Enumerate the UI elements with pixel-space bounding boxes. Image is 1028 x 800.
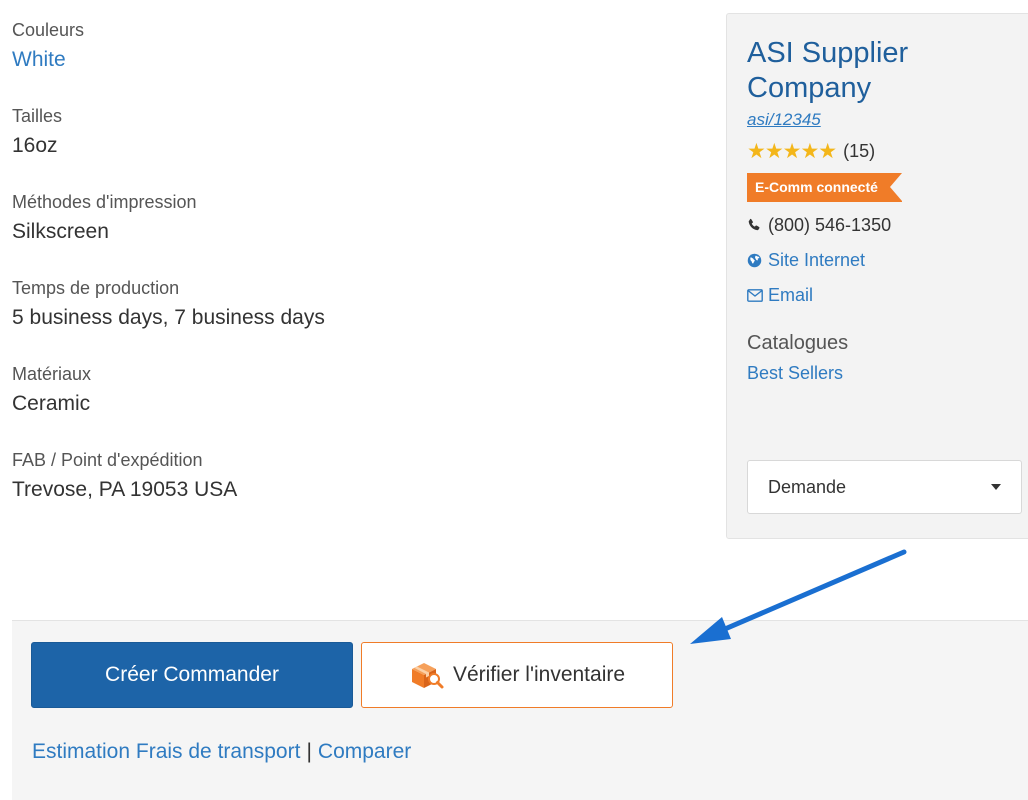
attr-value: Trevose, PA 19053 USA: [12, 478, 238, 501]
supplier-phone: (800) 546-1350: [747, 213, 1028, 237]
product-attributes: Couleurs White Tailles 16oz Méthodes d'i…: [12, 15, 702, 531]
supplier-rating[interactable]: ★★★★★ (15): [747, 138, 1028, 164]
attr-materials: Matériaux Ceramic: [12, 359, 702, 419]
attr-imprint-methods: Méthodes d'impression Silkscreen: [12, 187, 702, 247]
attr-value: Ceramic: [12, 392, 91, 415]
envelope-icon: [747, 288, 765, 302]
attr-production-time: Temps de production 5 business days, 7 b…: [12, 273, 702, 333]
shipping-estimate-link[interactable]: Estimation Frais de transport: [32, 740, 300, 763]
supplier-card: ASI Supplier Company asi/12345 ★★★★★ (15…: [726, 13, 1028, 539]
caret-down-icon: [991, 484, 1001, 490]
action-bar: Créer Commander Vérifier l'inventaire Es…: [12, 620, 1028, 800]
attr-label: Couleurs: [12, 20, 85, 40]
attr-label: Temps de production: [12, 278, 180, 298]
globe-icon: [747, 253, 765, 268]
attr-label: Matériaux: [12, 364, 92, 384]
catalogs-label: Catalogues: [747, 332, 849, 354]
supplier-name[interactable]: ASI Supplier Company: [747, 36, 947, 106]
attr-value-link[interactable]: White: [12, 45, 702, 75]
attr-label: FAB / Point d'expédition: [12, 450, 203, 470]
link-separator: |: [306, 740, 312, 763]
dropdown-selected-value: Demande: [768, 476, 847, 497]
create-order-button[interactable]: Créer Commander: [31, 642, 353, 708]
attr-colors: Couleurs White: [12, 15, 702, 75]
box-search-icon: [409, 660, 445, 690]
compare-link[interactable]: Comparer: [318, 740, 411, 763]
request-dropdown[interactable]: Demande: [747, 460, 1022, 514]
attr-value: Silkscreen: [12, 220, 109, 243]
rating-count: (15): [843, 140, 876, 161]
supplier-website-link[interactable]: Site Internet: [747, 248, 1028, 272]
check-inventory-label: Vérifier l'inventaire: [452, 663, 626, 686]
attr-label: Tailles: [12, 106, 63, 126]
supplier-email-link[interactable]: Email: [747, 283, 1028, 307]
catalog-link[interactable]: Best Sellers: [747, 363, 1028, 384]
bottom-links: Estimation Frais de transport | Comparer: [32, 740, 411, 764]
attr-value: 5 business days, 7 business days: [12, 306, 325, 329]
attr-sizes: Tailles 16oz: [12, 101, 702, 161]
email-label: Email: [768, 284, 814, 305]
check-inventory-button[interactable]: Vérifier l'inventaire: [361, 642, 673, 708]
ecomm-connected-badge: E-Comm connecté: [747, 173, 902, 202]
website-label: Site Internet: [768, 249, 866, 270]
supplier-asi-number[interactable]: asi/12345: [747, 110, 1028, 130]
attr-label: Méthodes d'impression: [12, 192, 197, 212]
attr-value: 16oz: [12, 134, 58, 157]
phone-icon: [747, 218, 765, 232]
rating-stars-icon: ★★★★★: [747, 139, 837, 163]
attr-fob-point: FAB / Point d'expédition Trevose, PA 190…: [12, 445, 702, 505]
phone-number: (800) 546-1350: [768, 214, 892, 235]
